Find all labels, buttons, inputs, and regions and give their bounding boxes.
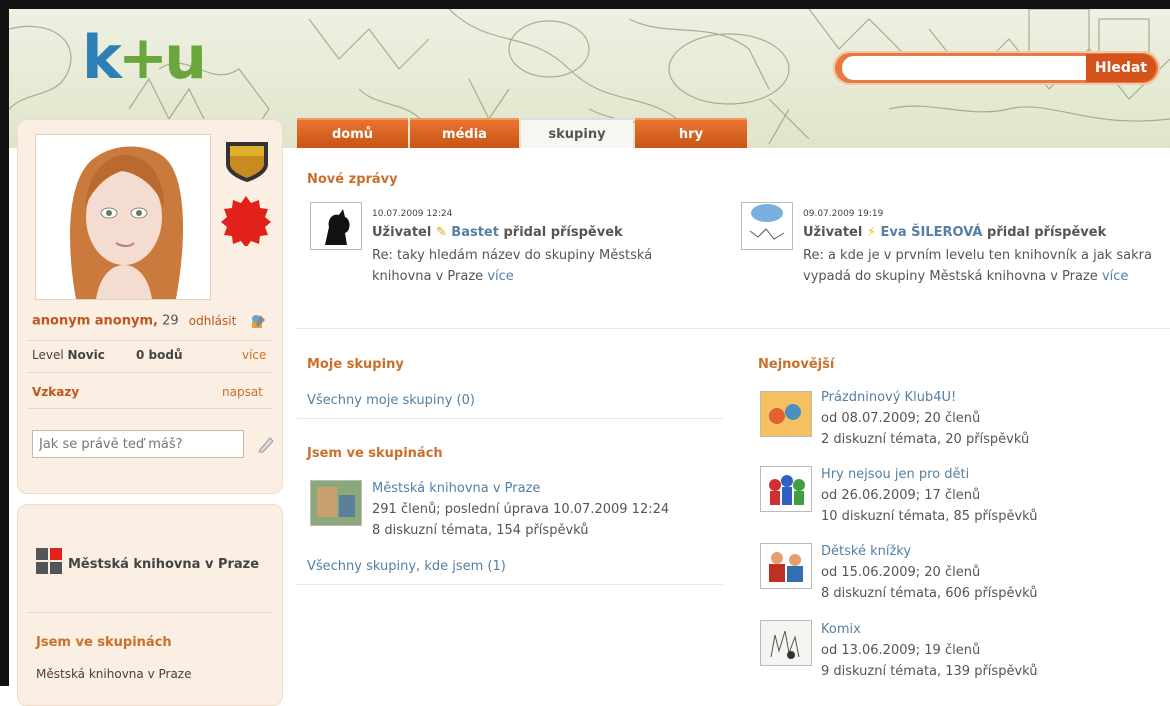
user-age: 29 (162, 313, 179, 329)
sidebar-group-item[interactable]: Městská knihovna v Praze (36, 667, 191, 681)
news-date: 09.07.2009 19:19 (803, 209, 884, 219)
game-pieces-icon (769, 475, 805, 505)
status-input[interactable] (32, 430, 244, 458)
user-name[interactable]: anonym anonym, (32, 314, 158, 329)
member-groups-heading: Jsem ve skupinách (307, 446, 443, 461)
news-heading: Nové zprávy (307, 172, 398, 187)
write-message-link[interactable]: napsat (222, 385, 263, 399)
level-value: Novic (67, 348, 105, 362)
points-value: 0 bodů (136, 348, 183, 362)
group-stats: od 26.06.2009; 17 členů (821, 488, 981, 503)
edit-profile-icon[interactable] (248, 313, 266, 329)
tab-home[interactable]: domů (297, 118, 408, 148)
search-input[interactable] (842, 56, 1098, 80)
level-label: Level Novic (32, 348, 105, 362)
logout-link[interactable]: odhlásit (189, 314, 237, 328)
divider (28, 372, 272, 373)
group-stats: od 08.07.2009; 20 členů (821, 411, 981, 426)
library-logo-icon (36, 548, 62, 574)
newest-heading: Nejnovější (758, 357, 835, 372)
k4u-logo[interactable]: k+u (82, 28, 207, 88)
library-photo-icon (311, 481, 361, 525)
divider (297, 328, 1170, 329)
search-bar: Hledat (833, 51, 1160, 85)
news-date: 10.07.2009 12:24 (372, 209, 453, 219)
seal-badge-icon (221, 196, 271, 246)
library-box: Městská knihovna v Praze Jsem ve skupiná… (17, 504, 283, 706)
level-more-link[interactable]: více (242, 348, 266, 362)
group-topics: 9 diskuzní témata, 139 příspěvků (821, 664, 1038, 679)
avatar[interactable] (35, 134, 211, 300)
group-topics: 2 diskuzní témata, 20 příspěvků (821, 432, 1030, 447)
tab-groups[interactable]: skupiny (521, 118, 633, 148)
wand-icon: ✎ (435, 225, 447, 240)
group-name-link[interactable]: Komix (821, 622, 861, 637)
news-title: Uživatel ✎ Bastet přidal příspěvek (372, 225, 623, 240)
group-name-link[interactable]: Prázdninový Klub4U! (821, 390, 956, 405)
summer-club-icon (761, 392, 811, 436)
group-name-link[interactable]: Městská knihovna v Praze (372, 481, 540, 496)
divider (28, 408, 272, 409)
children-books-icon (761, 544, 811, 588)
group-thumbnail[interactable] (760, 543, 812, 589)
group-thumbnail[interactable] (760, 391, 812, 437)
group-stats: od 13.06.2009; 19 členů (821, 643, 981, 658)
news-avatar[interactable] (741, 202, 793, 250)
group-topics: 8 diskuzní témata, 154 příspěvků (372, 523, 589, 538)
news-avatar[interactable] (310, 202, 362, 250)
group-thumbnail[interactable] (760, 466, 812, 512)
messages-link[interactable]: Vzkazy (32, 385, 79, 399)
news-title: Uživatel ⚡ Eva ŠILEROVÁ přidal příspěvek (803, 225, 1107, 240)
divider (297, 418, 723, 419)
divider (28, 340, 272, 341)
my-groups-heading: Moje skupiny (307, 357, 404, 372)
library-name[interactable]: Městská knihovna v Praze (68, 557, 259, 572)
group-name-link[interactable]: Hry nejsou jen pro děti (821, 467, 969, 482)
pencil-icon[interactable] (256, 434, 276, 454)
tab-games[interactable]: hry (635, 118, 747, 148)
group-stats: od 15.06.2009; 20 členů (821, 565, 981, 580)
news-body: Re: a kde je v prvním levelu ten knihovn… (803, 248, 1152, 284)
lightning-icon: ⚡ (866, 225, 876, 240)
search-button[interactable]: Hledat (1086, 54, 1156, 82)
shield-badge-icon (226, 142, 268, 182)
group-thumbnail[interactable] (310, 480, 362, 526)
group-stats: 291 členů; poslední úprava 10.07.2009 12… (372, 502, 670, 517)
avatar-portrait (70, 146, 184, 299)
profile-box: anonym anonym, 29 odhlásit Level Novic 0… (17, 119, 283, 494)
all-member-groups-link[interactable]: Všechny skupiny, kde jsem (1) (307, 559, 506, 574)
main-tabs: domů média skupiny hry (297, 118, 749, 148)
sidebar-groups-heading: Jsem ve skupinách (36, 635, 172, 650)
divider (28, 612, 272, 613)
balloon-avatar-icon (749, 204, 785, 240)
all-my-groups-link[interactable]: Všechny moje skupiny (0) (307, 393, 475, 408)
divider (297, 584, 723, 585)
group-topics: 10 diskuzní témata, 85 příspěvků (821, 509, 1038, 524)
news-user-link[interactable]: Bastet (451, 225, 499, 240)
comix-icon (761, 621, 811, 665)
cat-avatar-icon (325, 209, 350, 245)
news-more-link[interactable]: více (487, 269, 513, 284)
group-thumbnail[interactable] (760, 620, 812, 666)
group-topics: 8 diskuzní témata, 606 příspěvků (821, 586, 1038, 601)
user-info: anonym anonym, 29 odhlásit (32, 313, 266, 329)
news-user-link[interactable]: Eva ŠILEROVÁ (881, 225, 983, 240)
group-name-link[interactable]: Dětské knížky (821, 544, 911, 559)
news-body: Re: taky hledám název do skupiny Městská… (372, 248, 653, 284)
news-more-link[interactable]: více (1102, 269, 1128, 284)
tab-media[interactable]: média (410, 118, 519, 148)
